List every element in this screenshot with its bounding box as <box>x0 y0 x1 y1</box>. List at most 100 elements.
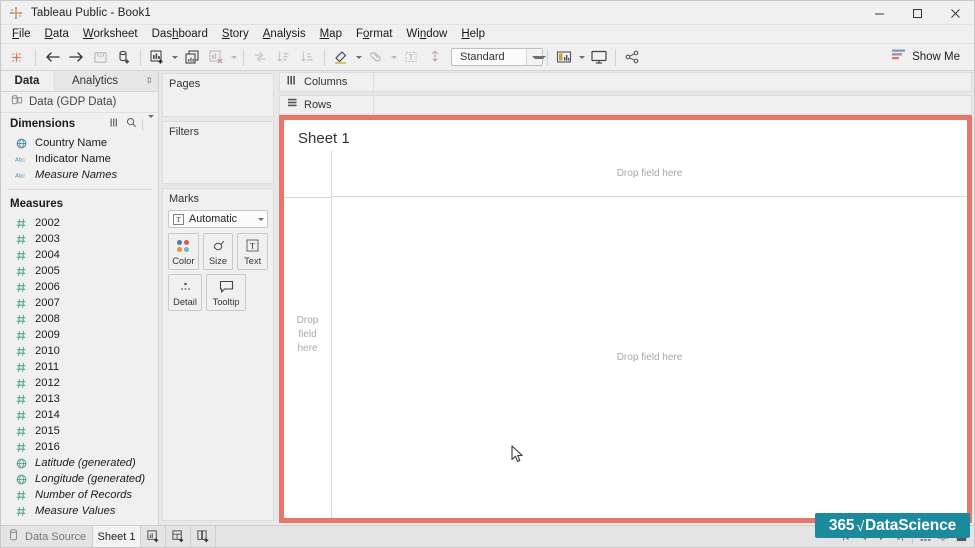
sheet-tab-sheet-1[interactable]: Sheet 1 <box>93 526 141 547</box>
menu-map[interactable]: Map <box>313 27 349 42</box>
measure-field[interactable]: Latitude (generated) <box>1 455 158 471</box>
menu-analysis[interactable]: Analysis <box>256 27 313 42</box>
measure-field[interactable]: 2008 <box>1 311 158 327</box>
measure-field[interactable]: 2010 <box>1 343 158 359</box>
field-label: 2011 <box>35 361 59 373</box>
data-source-tab[interactable]: Data Source <box>1 526 93 547</box>
marks-size-button[interactable]: Size <box>203 233 234 270</box>
new-story-icon[interactable] <box>191 526 216 547</box>
measure-field[interactable]: 2015 <box>1 423 158 439</box>
marks-color-button[interactable]: Color <box>168 233 199 270</box>
tab-data[interactable]: Data <box>1 71 53 91</box>
number-hash-icon <box>15 426 28 437</box>
measure-field[interactable]: 2004 <box>1 247 158 263</box>
dimension-indicator-name[interactable]: Abc Indicator Name <box>1 151 158 167</box>
color-palette-icon <box>177 238 189 254</box>
worksheet-highlight-region[interactable]: Sheet 1 Drop field here Drop field here <box>279 115 972 523</box>
clear-sheet-icon[interactable] <box>204 46 228 68</box>
pane-grip-icon[interactable]: ⇳ <box>145 78 153 85</box>
measure-field[interactable]: 2012 <box>1 375 158 391</box>
show-mark-labels-icon[interactable]: T <box>399 46 423 68</box>
menu-window[interactable]: Window <box>399 27 454 42</box>
maximize-button[interactable] <box>898 1 936 25</box>
row-drop-zone[interactable]: Drop field here <box>284 151 332 518</box>
close-button[interactable] <box>936 1 974 25</box>
swap-rows-columns-icon[interactable] <box>248 46 272 68</box>
show-me-label: Show Me <box>912 51 960 63</box>
number-hash-icon <box>15 314 28 325</box>
presentation-mode-icon[interactable] <box>587 46 611 68</box>
plot-drop-zone[interactable]: Drop field here <box>332 197 967 518</box>
field-label: 2005 <box>35 265 60 277</box>
filters-card[interactable]: Filters <box>162 121 274 184</box>
undo-arrow-icon[interactable] <box>40 46 64 68</box>
share-icon[interactable] <box>620 46 644 68</box>
new-dashboard-icon[interactable] <box>166 526 191 547</box>
marks-detail-button[interactable]: Detail <box>168 274 202 311</box>
fit-chevron-down-icon[interactable] <box>526 49 542 65</box>
chevron-down-icon[interactable] <box>148 118 154 130</box>
data-source-tab-label: Data Source <box>25 531 86 543</box>
measure-field[interactable]: 2003 <box>1 231 158 247</box>
show-me-button[interactable]: Show Me <box>888 47 964 67</box>
menu-help[interactable]: Help <box>454 27 492 42</box>
fix-axes-icon[interactable] <box>423 46 447 68</box>
menu-file[interactable]: File <box>5 27 38 42</box>
view-canvas[interactable]: Drop field here Drop field here Drop fie… <box>284 151 967 518</box>
measure-field[interactable]: 2013 <box>1 391 158 407</box>
dimension-country-name[interactable]: Country Name <box>1 135 158 151</box>
measure-field[interactable]: 2002 <box>1 215 158 231</box>
save-icon[interactable] <box>88 46 112 68</box>
search-icon[interactable] <box>126 117 137 131</box>
measure-field[interactable]: 2016 <box>1 439 158 455</box>
highlight-chevron-down-icon[interactable] <box>353 46 364 68</box>
show-hide-cards-icon[interactable] <box>552 46 576 68</box>
data-source-row[interactable]: Data (GDP Data) <box>1 92 158 113</box>
minimize-button[interactable] <box>860 1 898 25</box>
menu-worksheet[interactable]: Worksheet <box>76 27 145 42</box>
field-label: 2010 <box>35 345 60 357</box>
menu-story[interactable]: Story <box>215 27 256 42</box>
plot-drop-label: Drop field here <box>617 352 683 363</box>
measure-field[interactable]: 2005 <box>1 263 158 279</box>
menu-format[interactable]: Format <box>349 27 399 42</box>
measure-field[interactable]: Number of Records <box>1 487 158 503</box>
measure-field[interactable]: Measure Values <box>1 503 158 519</box>
measure-field[interactable]: Longitude (generated) <box>1 471 158 487</box>
marks-tooltip-button[interactable]: Tooltip <box>206 274 246 311</box>
dimension-measure-names[interactable]: Abc Measure Names <box>1 167 158 183</box>
marks-text-button[interactable]: T Text <box>237 233 268 270</box>
measure-field[interactable]: 2014 <box>1 407 158 423</box>
measure-field[interactable]: 2011 <box>1 359 158 375</box>
mark-type-dropdown[interactable]: T Automatic <box>168 210 268 228</box>
columns-shelf-dropzone[interactable] <box>373 72 972 92</box>
cards-chevron-down-icon[interactable] <box>576 46 587 68</box>
measure-field[interactable]: 2009 <box>1 327 158 343</box>
duplicate-sheet-icon[interactable] <box>180 46 204 68</box>
pages-card[interactable]: Pages <box>162 73 274 117</box>
fit-dropdown[interactable]: Standard <box>451 48 543 66</box>
clear-sheet-chevron-down-icon[interactable] <box>228 46 239 68</box>
tableau-home-icon[interactable] <box>1 46 31 68</box>
sort-descending-icon[interactable] <box>296 46 320 68</box>
new-worksheet-icon[interactable] <box>141 526 166 547</box>
group-by-folder-icon[interactable] <box>110 117 121 131</box>
tableau-window: Tableau Public - Book1 File Data Workshe… <box>0 0 975 548</box>
group-members-icon[interactable] <box>364 46 388 68</box>
menu-data[interactable]: Data <box>38 27 76 42</box>
column-drop-zone[interactable]: Drop field here <box>332 151 967 197</box>
rows-shelf-dropzone[interactable] <box>373 95 972 115</box>
group-chevron-down-icon[interactable] <box>388 46 399 68</box>
redo-arrow-icon[interactable] <box>64 46 88 68</box>
tab-analytics[interactable]: Analytics <box>53 71 137 91</box>
sort-ascending-icon[interactable] <box>272 46 296 68</box>
mark-type-chevron-down-icon[interactable] <box>258 211 264 227</box>
highlight-icon[interactable] <box>329 46 353 68</box>
menu-dashboard[interactable]: Dashboard <box>145 27 215 42</box>
new-worksheet-icon[interactable] <box>145 46 169 68</box>
new-worksheet-chevron-down-icon[interactable] <box>169 46 180 68</box>
add-data-source-icon[interactable] <box>112 46 136 68</box>
svg-text:T: T <box>176 216 181 223</box>
measure-field[interactable]: 2006 <box>1 279 158 295</box>
measure-field[interactable]: 2007 <box>1 295 158 311</box>
